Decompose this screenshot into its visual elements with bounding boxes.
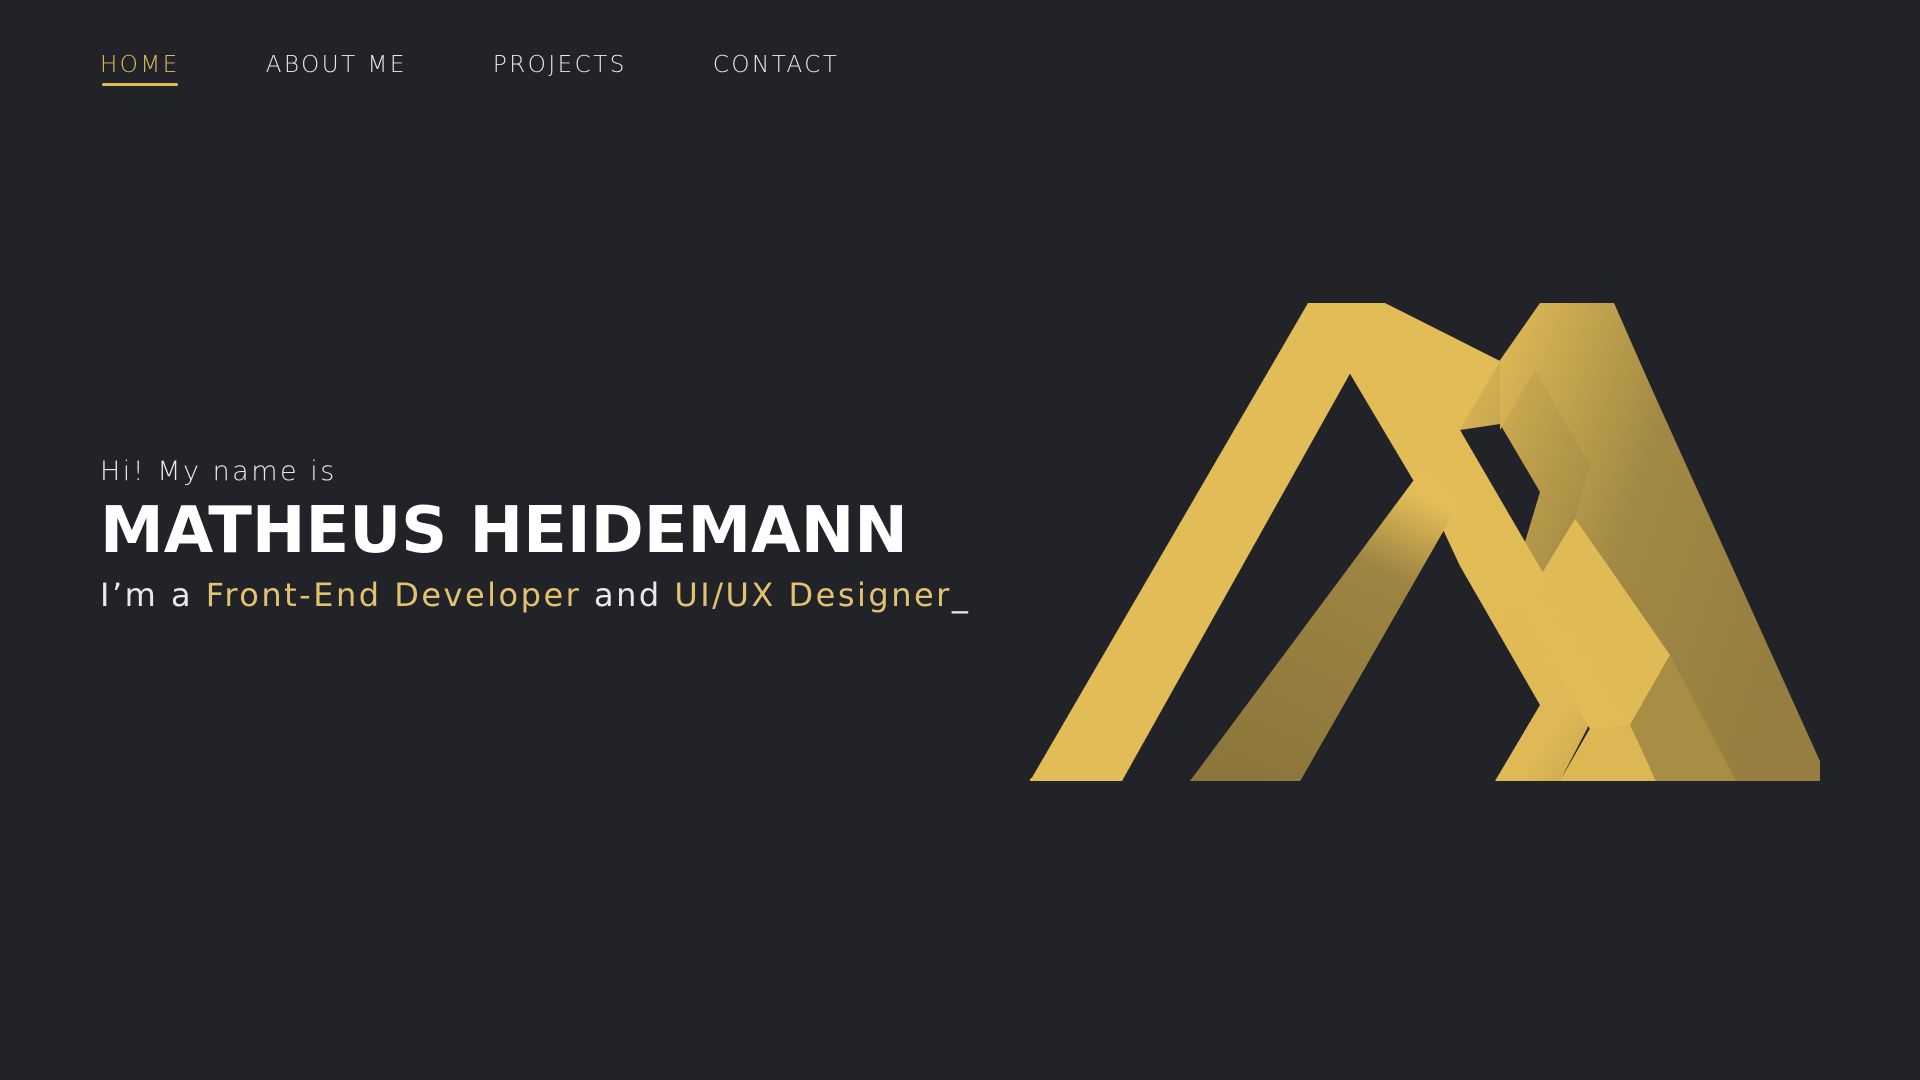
hero-name: MATHEUS HEIDEMANN <box>100 494 908 569</box>
tagline-joiner: and <box>581 575 675 614</box>
role-front-end: Front-End Developer <box>205 575 582 614</box>
role-ui-ux: UI/UX Designer <box>674 575 952 614</box>
typing-cursor: _ <box>951 575 971 614</box>
nav-home-link[interactable]: HOME <box>100 52 180 86</box>
hero-greeting: Hi! My name is <box>100 456 337 487</box>
mh-monogram-logo-icon <box>1030 303 1820 781</box>
nav-projects-link[interactable]: PROJECTS <box>493 52 627 84</box>
nav-about-link[interactable]: ABOUT ME <box>266 52 407 84</box>
logo-clean-overlay <box>1030 303 1820 781</box>
hero-tagline: I’m a Front-End Developer and UI/UX Desi… <box>100 576 970 614</box>
nav-contact-link[interactable]: CONTACT <box>713 52 840 84</box>
tagline-prefix: I’m a <box>100 575 206 614</box>
hero-section: Hi! My name is MATHEUS HEIDEMANN I’m a F… <box>100 456 970 614</box>
main-nav: HOME ABOUT ME PROJECTS CONTACT <box>100 52 925 86</box>
portfolio-page: HOME ABOUT ME PROJECTS CONTACT Hi! My na… <box>0 0 1920 1080</box>
